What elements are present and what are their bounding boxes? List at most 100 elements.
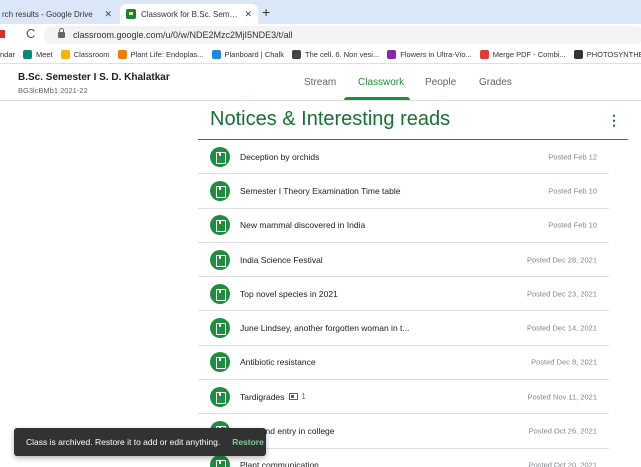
bookmark-label: Meet [36,50,53,59]
bookmark-favicon-icon [479,50,489,59]
bookmark-label: Classroom [73,50,110,59]
bookmark-favicon-icon [292,50,301,59]
bookmark-label: Plant Life: Endoplas... [130,50,204,59]
tab-title: rch results - Google Drive [2,9,93,19]
bookmarks-bar: ndar Meet Classroom Plant Life: Endoplas...… [0,46,641,64]
material-icon [210,318,230,339]
material-date: Posted Feb 10 [548,186,597,196]
close-tab-icon[interactable]: ✕ [238,9,258,20]
tab-title: Classwork for B.Sc. Semester I S [141,9,238,19]
classroom-favicon-icon [126,9,136,19]
material-title-text: India Science Festival [240,254,323,265]
bookmark-item[interactable]: The cell. 6. Non vesi... [292,50,379,59]
bookmark-item[interactable]: Meet [23,50,53,59]
material-title: June Lindsey, another forgotten woman in… [240,323,409,333]
new-tab-button[interactable]: + [262,4,270,20]
material-icon [210,455,230,467]
bookmark-favicon-icon [117,50,127,59]
material-date: Posted Dec 23, 2021 [526,289,597,299]
snackbar-message: Class is archived. Restore it to add or … [26,437,221,447]
material-date: Posted Nov 11, 2021 [527,392,598,402]
class-header: B.Sc. Semester I S. D. Khalatkar BG3lcBM… [0,65,641,101]
url-text: classroom.google.com/u/0/w/NDE2Mzc2MjI5N… [73,30,293,40]
tab-classwork[interactable]: Classwork for B.Sc. Semester I S ✕ [120,4,258,24]
material-row[interactable]: Antibiotic resistance Posted Dec 8, 2021 [198,346,609,381]
material-row[interactable]: June Lindsey, another forgotten woman in… [198,311,609,346]
material-title: India Science Festival [240,255,323,265]
browser-window: rch results - Google Drive ✕ Classwork f… [0,0,641,467]
material-title-text: June Lindsey, another forgotten woman in… [240,323,410,334]
material-row[interactable]: Tardigrades 1 Posted Nov 11, 2021 [198,380,609,415]
bookmark-favicon-icon [387,50,397,59]
material-title: Plant communication [240,460,319,467]
tab-stream[interactable]: Stream [304,77,336,88]
material-icon [210,283,230,304]
material-row[interactable]: India Science Festival Posted Dec 28, 202… [198,243,609,278]
material-row[interactable]: New mammal discovered in India Posted Feb… [198,209,609,243]
bookmark-favicon-icon [573,50,583,59]
material-date: Posted Feb 10 [548,220,597,230]
back-button-edge[interactable] [0,30,5,38]
materials-list: Deception by orchids Posted Feb 12 Semeste… [198,140,609,467]
tab-classwork[interactable]: Classwork [358,77,404,88]
tab-strip: rch results - Google Drive ✕ Classwork f… [0,0,641,24]
tab-google-drive[interactable]: rch results - Google Drive ✕ [0,4,118,24]
material-date: Posted Dec 8, 2021 [531,357,597,367]
bookmark-item[interactable]: Classroom [60,50,110,59]
bookmark-label: Flowers in Ultra-Vio... [400,50,472,59]
material-row[interactable]: Deception by orchids Posted Feb 12 [198,140,609,175]
bookmark-item[interactable]: Plant Life: Endoplas... [117,50,204,59]
class-title[interactable]: B.Sc. Semester I S. D. Khalatkar [18,72,170,83]
material-date: Posted Oct 20, 2021 [528,460,597,467]
bookmark-item[interactable]: Planboard | Chalk [211,50,284,59]
material-row[interactable]: Semester I Theory Examination Time table… [198,174,609,209]
bookmark-label: Planboard | Chalk [224,50,284,59]
bookmark-favicon-icon [60,50,70,59]
topic-title: Notices & Interesting reads [210,108,451,130]
material-date: Posted Dec 14, 2021 [526,323,597,333]
bookmark-label: The cell. 6. Non vesi... [305,50,380,59]
material-title-text: Top novel species in 2021 [240,288,338,299]
bookmark-favicon-icon [23,50,33,59]
material-title: Antibiotic resistance [240,357,316,367]
tab-people[interactable]: People [425,77,456,88]
reload-icon[interactable]: C [26,26,35,41]
material-title: Semester I Theory Examination Time table [240,186,400,196]
bookmark-item[interactable]: PHOTOSYNTHESIS... [573,50,641,59]
bookmark-label: PHOTOSYNTHESIS... [586,50,641,59]
material-date: Posted Oct 26, 2021 [528,426,597,436]
navigation-bar: C classroom.google.com/u/0/w/NDE2Mzc2MjI… [0,24,641,46]
restore-button[interactable]: Restore [232,437,264,447]
bookmark-label: ndar [0,50,16,59]
material-icon [210,386,230,407]
active-tab-indicator [344,97,410,100]
close-tab-icon[interactable]: ✕ [98,9,118,20]
material-row[interactable]: Top novel species in 2021 Posted Dec 23, … [198,277,609,312]
tab-grades[interactable]: Grades [479,77,512,88]
address-bar[interactable]: classroom.google.com/u/0/w/NDE2Mzc2MjI5N… [44,26,641,44]
material-date: Posted Feb 12 [548,152,597,162]
material-title-text: Plant communication [240,460,319,467]
material-icon [210,215,230,236]
material-icon [210,352,230,373]
material-title: Top novel species in 2021 [240,289,338,299]
more-options-icon[interactable]: ⋮ [607,112,621,129]
bookmark-label: Merge PDF - Combi... [492,50,566,59]
material-icon [210,249,230,270]
lock-icon [58,28,65,38]
attachment-count: 1 [301,392,306,402]
bookmark-favicon-icon [211,50,221,59]
class-code: BG3lcBMb1 2021-22 [18,86,88,95]
material-title: Deception by orchids [240,152,319,162]
material-title-text: Deception by orchids [240,151,320,162]
bookmark-item[interactable]: Merge PDF - Combi... [479,50,566,59]
bookmark-item[interactable]: ndar [0,50,15,59]
material-title-text: Tardigrades [240,391,285,402]
material-icon [210,180,230,201]
bookmark-item[interactable]: Flowers in Ultra-Vio... [387,50,472,59]
material-icon [210,146,230,167]
material-title-text: New mammal discovered in India [240,220,366,231]
archived-snackbar: Class is archived. Restore it to add or … [14,428,266,456]
material-title-text: Semester I Theory Examination Time table [240,185,401,196]
material-date: Posted Dec 28, 2021 [526,255,597,265]
